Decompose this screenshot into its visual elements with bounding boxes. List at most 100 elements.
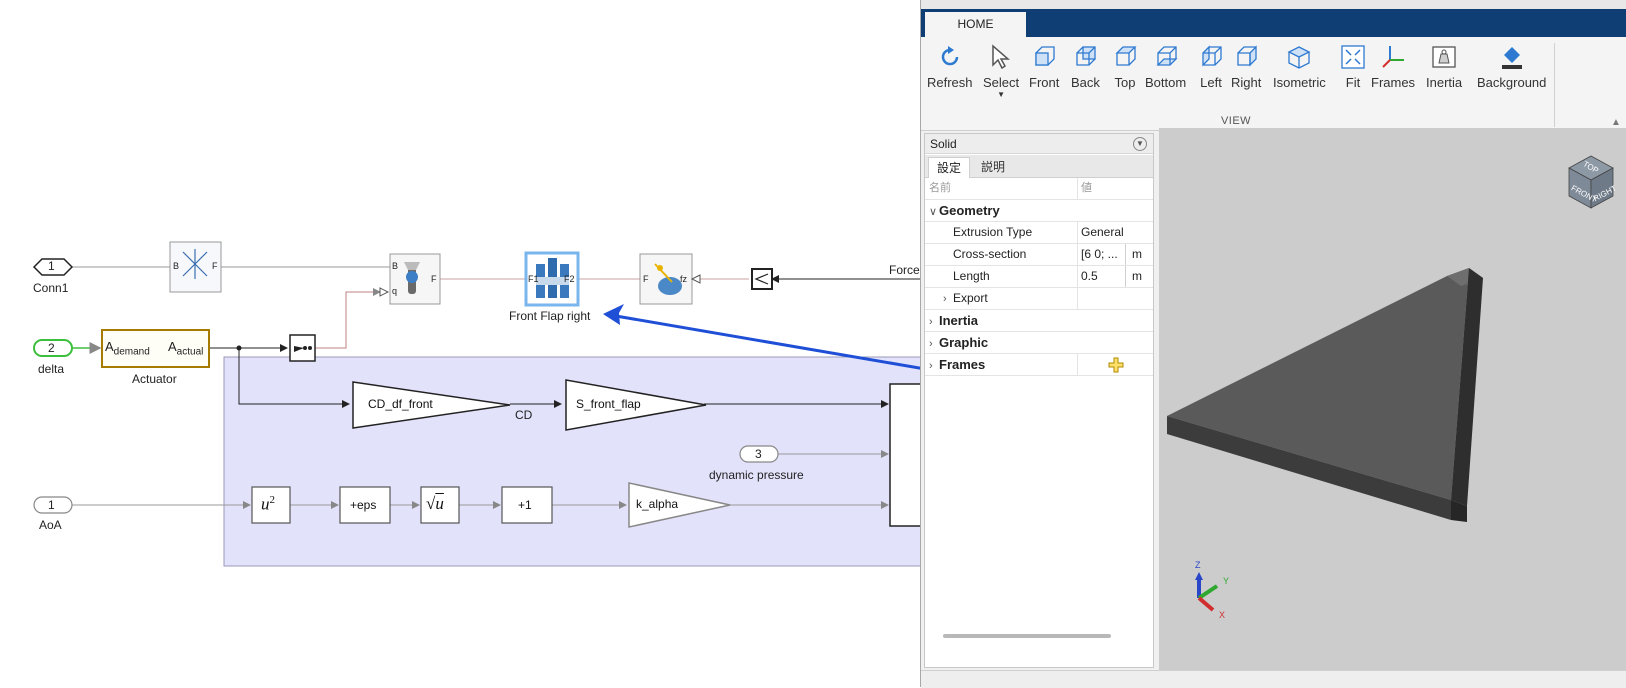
select-button[interactable]: Select ▼ bbox=[983, 43, 1019, 99]
tab-home[interactable]: HOME bbox=[925, 12, 1026, 37]
plus1-fcn-label: +1 bbox=[518, 498, 532, 512]
property-panel-header: Solid ▼ bbox=[925, 134, 1153, 154]
background-button[interactable]: Background bbox=[1477, 43, 1546, 90]
joint-port-q: q bbox=[392, 286, 398, 296]
chevron-right-icon[interactable]: › bbox=[929, 312, 939, 333]
cd-signal-label: CD bbox=[515, 408, 533, 422]
view-group-label: VIEW bbox=[1220, 115, 1252, 127]
graphic-label: Graphic bbox=[939, 335, 989, 350]
panel-menu-icon[interactable]: ▼ bbox=[1133, 137, 1147, 151]
delta-label: delta bbox=[38, 362, 65, 376]
chevron-right-icon[interactable]: › bbox=[929, 334, 939, 355]
geometry-label: Geometry bbox=[939, 203, 1000, 218]
right-view-button[interactable]: Right bbox=[1231, 43, 1261, 90]
refresh-icon bbox=[941, 46, 959, 66]
frames-group[interactable]: › Frames bbox=[925, 354, 1153, 376]
col-name-header: 名前 bbox=[929, 182, 951, 194]
extrusion-type-row: Extrusion Type General bbox=[925, 222, 1153, 244]
isometric-view-icon bbox=[1287, 46, 1311, 69]
select-icon bbox=[992, 44, 1011, 70]
joint-port-b: B bbox=[392, 261, 399, 271]
front-view-button[interactable]: Front bbox=[1029, 43, 1059, 90]
dyn-pressure-label: dynamic pressure bbox=[709, 468, 804, 482]
actuator-out-port: Aactual bbox=[168, 339, 204, 358]
length-unit[interactable]: m bbox=[1125, 266, 1153, 287]
cross-section-value[interactable]: [6 0; ... bbox=[1077, 244, 1125, 265]
export-label: Export bbox=[953, 291, 988, 305]
extrusion-type-value[interactable]: General bbox=[1077, 222, 1151, 243]
geometry-group[interactable]: ∨ Geometry bbox=[925, 200, 1153, 222]
solid-port-f2: F2 bbox=[564, 274, 575, 284]
col-value-header: 値 bbox=[1077, 178, 1151, 199]
frames-button[interactable]: Frames bbox=[1371, 43, 1415, 90]
cd-gain-label: CD_df_front bbox=[368, 397, 433, 411]
3d-viewport[interactable]: TOP FRONT RIGHT Z Y X bbox=[1159, 128, 1626, 670]
chevron-down-icon[interactable]: ▼ bbox=[983, 90, 1019, 99]
chevron-right-icon[interactable]: › bbox=[929, 356, 939, 377]
dyn-pressure-port-number: 3 bbox=[755, 447, 762, 461]
aoa-port-number: 1 bbox=[48, 498, 55, 512]
k-alpha-gain-label: k_alpha bbox=[636, 497, 679, 511]
view-cube: TOP FRONT RIGHT bbox=[1568, 155, 1618, 209]
fit-icon bbox=[1341, 45, 1365, 69]
transform-port-b: B bbox=[173, 261, 180, 271]
left-view-button[interactable]: Left bbox=[1197, 43, 1225, 90]
bottom-view-button[interactable]: Bottom bbox=[1145, 43, 1186, 90]
actuator-in-port: Ademand bbox=[105, 339, 150, 358]
add-frame-button[interactable] bbox=[1077, 354, 1151, 375]
tab-description[interactable]: 説明 bbox=[973, 157, 1013, 177]
tab-settings[interactable]: 設定 bbox=[928, 157, 970, 178]
axis-triad: Z Y X bbox=[1195, 560, 1229, 620]
horizontal-scrollbar[interactable] bbox=[943, 634, 1111, 638]
solid-label: Front Flap right bbox=[509, 309, 591, 323]
aoa-label: AoA bbox=[39, 518, 62, 532]
conn1-label: Conn1 bbox=[33, 281, 69, 295]
property-table: 名前 値 ∨ Geometry Extrusion Type General Cr… bbox=[925, 178, 1153, 376]
inertia-group[interactable]: › Inertia bbox=[925, 310, 1153, 332]
collapse-ribbon-icon[interactable]: ▲ bbox=[1611, 117, 1621, 128]
length-value[interactable]: 0.5 bbox=[1077, 266, 1125, 287]
ribbon-separator bbox=[1554, 43, 1555, 127]
property-tabs: 設定 説明 bbox=[925, 155, 1153, 178]
sqrt-fcn-label: √u bbox=[426, 494, 444, 513]
top-view-icon bbox=[1115, 46, 1137, 66]
plus-icon bbox=[1108, 357, 1124, 373]
refresh-button[interactable]: Refresh bbox=[927, 43, 973, 90]
isometric-view-button[interactable]: Isometric bbox=[1273, 43, 1326, 90]
chevron-right-icon[interactable]: › bbox=[943, 289, 953, 310]
conn1-port-number: 1 bbox=[48, 259, 55, 273]
top-view-button[interactable]: Top bbox=[1111, 43, 1139, 90]
fit-button[interactable]: Fit bbox=[1339, 43, 1367, 90]
export-row[interactable]: › Export bbox=[925, 288, 1153, 310]
viewport-drawing: TOP FRONT RIGHT Z Y X bbox=[1167, 155, 1618, 620]
actuator-label: Actuator bbox=[132, 372, 177, 386]
length-row: Length 0.5 m bbox=[925, 266, 1153, 288]
length-label: Length bbox=[953, 269, 990, 283]
cross-section-label: Cross-section bbox=[953, 247, 1027, 261]
inertia-button[interactable]: Inertia bbox=[1426, 43, 1462, 90]
axis-y-label: Y bbox=[1223, 576, 1229, 586]
simulink-diagram-canvas[interactable]: 1 Conn1 2 delta 1 AoA 3 dynamic pressure… bbox=[0, 0, 920, 687]
cross-section-unit[interactable]: m bbox=[1125, 244, 1153, 265]
panel-title: Solid bbox=[930, 137, 957, 151]
bottom-view-icon bbox=[1156, 46, 1178, 66]
mechanics-explorer-window: HOME Refresh Select ▼ Front Back Top Bot… bbox=[920, 0, 1626, 688]
transform-port-f: F bbox=[212, 261, 218, 271]
back-view-button[interactable]: Back bbox=[1071, 43, 1100, 90]
eps-fcn-label: +eps bbox=[350, 498, 377, 512]
ribbon-toolbar: Refresh Select ▼ Front Back Top Bottom L… bbox=[921, 37, 1626, 131]
delta-port-number: 2 bbox=[48, 341, 55, 355]
joint-port-f: F bbox=[431, 274, 437, 284]
graphic-group[interactable]: › Graphic bbox=[925, 332, 1153, 354]
front-view-icon bbox=[1035, 46, 1055, 66]
ribbon-tabstrip: HOME bbox=[921, 9, 1626, 37]
back-view-icon bbox=[1076, 46, 1097, 66]
square-fcn-label: u2 bbox=[261, 494, 275, 514]
left-view-icon bbox=[1202, 45, 1222, 67]
inertia-label: Inertia bbox=[939, 313, 979, 328]
inertia-icon bbox=[1432, 46, 1456, 68]
chevron-down-icon[interactable]: ∨ bbox=[929, 202, 939, 223]
force-port-f: F bbox=[643, 274, 649, 284]
background-icon bbox=[1501, 47, 1522, 69]
status-bar bbox=[921, 670, 1626, 688]
